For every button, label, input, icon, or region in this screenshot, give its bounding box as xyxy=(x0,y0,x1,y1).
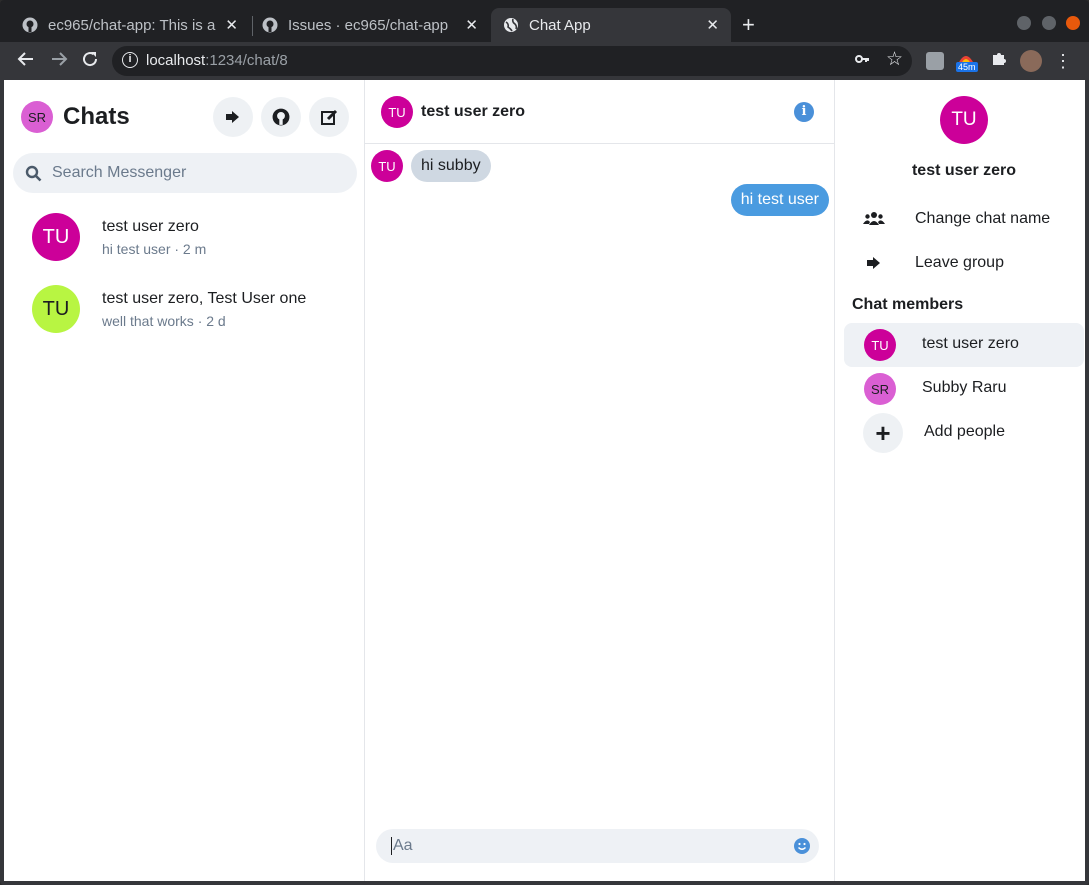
browser-toolbar: i localhost:1234/chat/8 ☆ 45m ⋮ xyxy=(0,42,1089,80)
tab-title: ec965/chat-app: This is a xyxy=(48,16,216,34)
chat-panel: TU test user zero i TU hi subby hi test … xyxy=(365,80,835,881)
member-name: Subby Raru xyxy=(922,379,1007,396)
page-title: Chats xyxy=(63,103,130,130)
key-icon[interactable] xyxy=(854,51,870,71)
site-info-icon[interactable]: i xyxy=(122,52,138,68)
message-bubble-received: hi subby xyxy=(411,150,491,182)
new-tab-button[interactable]: + xyxy=(742,14,755,36)
tab-github-repo[interactable]: ec965/chat-app: This is a ✕ xyxy=(0,8,250,42)
message-input[interactable]: Aa xyxy=(376,829,819,863)
message-input-placeholder: Aa xyxy=(391,837,413,855)
profile-avatar[interactable] xyxy=(1020,50,1042,72)
conversation-item[interactable]: TU test user zero hi test user · 2 m xyxy=(32,213,352,261)
tab-title: Chat App xyxy=(529,16,591,34)
message-bubble-sent: hi test user xyxy=(730,184,829,216)
details-name: test user zero xyxy=(911,162,1017,179)
github-button[interactable] xyxy=(261,97,301,137)
tab-issues[interactable]: Issues · ec965/chat-app ✕ xyxy=(240,8,490,42)
change-chat-name-label: Change chat name xyxy=(915,210,1051,227)
extension-timer-icon[interactable]: 45m xyxy=(956,52,978,72)
kebab-menu-icon[interactable]: ⋮ xyxy=(1052,50,1074,72)
github-icon xyxy=(22,17,38,33)
member-name: test user zero xyxy=(922,335,1019,352)
user-avatar[interactable]: SR xyxy=(21,101,53,133)
search-placeholder: Search Messenger xyxy=(52,164,187,181)
address-bar[interactable]: i localhost:1234/chat/8 ☆ xyxy=(112,46,912,76)
member-avatar: SR xyxy=(864,373,896,405)
reload-icon[interactable] xyxy=(79,50,101,72)
sidebar-header: SR Chats xyxy=(21,101,130,133)
leave-group-label: Leave group xyxy=(915,254,1004,271)
tab-title: Issues · ec965/chat-app xyxy=(288,16,449,34)
browser-window: ec965/chat-app: This is a ✕ Issues · ec9… xyxy=(0,0,1089,885)
chat-app-page: SR Chats Search Messenger TU test user z… xyxy=(4,80,1085,881)
message-avatar: TU xyxy=(371,150,403,182)
chat-members-heading: Chat members xyxy=(852,296,964,313)
tab-strip: ec965/chat-app: This is a ✕ Issues · ec9… xyxy=(0,0,1089,42)
chat-header-avatar: TU xyxy=(381,96,413,128)
conversation-name: test user zero, Test User one xyxy=(102,290,307,307)
change-chat-name-button[interactable]: Change chat name xyxy=(863,204,1050,234)
github-icon xyxy=(262,17,278,33)
sign-out-icon xyxy=(226,111,239,123)
search-input[interactable]: Search Messenger xyxy=(13,153,357,193)
new-chat-button[interactable] xyxy=(309,97,349,137)
close-window-button[interactable] xyxy=(1066,16,1080,30)
edit-icon xyxy=(320,109,337,125)
logout-button[interactable] xyxy=(213,97,253,137)
chats-sidebar: SR Chats Search Messenger TU test user z… xyxy=(4,80,365,881)
conversation-name: test user zero xyxy=(102,218,199,235)
globe-icon xyxy=(504,18,518,32)
info-icon[interactable]: i xyxy=(794,102,814,122)
conversation-preview: hi test user · 2 m xyxy=(102,241,207,257)
users-icon xyxy=(863,212,885,225)
puzzle-icon[interactable] xyxy=(988,50,1010,72)
forward-arrow-icon[interactable] xyxy=(48,50,70,72)
add-people-button[interactable]: + Add people xyxy=(844,411,1084,455)
member-item[interactable]: TU test user zero xyxy=(844,323,1084,367)
tab-close-icon[interactable]: ✕ xyxy=(465,16,478,34)
tab-close-icon[interactable]: ✕ xyxy=(225,16,238,34)
add-people-label: Add people xyxy=(924,423,1005,440)
chat-header: TU test user zero i xyxy=(365,80,834,144)
url-text: localhost:1234/chat/8 xyxy=(146,52,288,69)
minimize-button[interactable] xyxy=(1017,16,1031,30)
conversation-avatar: TU xyxy=(32,213,80,261)
tab-chat-app[interactable]: Chat App ✕ xyxy=(491,8,731,42)
conversation-item[interactable]: TU test user zero, Test User one well th… xyxy=(32,285,352,333)
url-host: localhost xyxy=(146,52,206,69)
search-icon xyxy=(25,165,42,181)
tab-close-icon[interactable]: ✕ xyxy=(706,16,719,34)
url-path: :1234/chat/8 xyxy=(205,52,288,69)
chat-header-name: test user zero xyxy=(421,103,526,120)
back-arrow-icon[interactable] xyxy=(15,50,37,72)
member-avatar: TU xyxy=(864,329,896,361)
chat-details-panel: TU test user zero Change chat name Leave… xyxy=(835,80,1085,881)
conversation-preview: well that works · 2 d xyxy=(102,313,226,329)
extension-badge: 45m xyxy=(956,62,978,72)
leave-group-button[interactable]: Leave group xyxy=(863,248,1004,278)
extension-r-icon[interactable] xyxy=(926,52,944,70)
maximize-button[interactable] xyxy=(1042,16,1056,30)
member-item[interactable]: SR Subby Raru xyxy=(844,367,1084,411)
bookmark-star-icon[interactable]: ☆ xyxy=(886,48,903,71)
sign-out-icon xyxy=(867,257,880,269)
conversation-avatar: TU xyxy=(32,285,80,333)
emoji-icon[interactable] xyxy=(794,838,810,854)
details-avatar: TU xyxy=(940,96,988,144)
github-icon xyxy=(272,108,290,126)
plus-icon: + xyxy=(863,413,903,453)
